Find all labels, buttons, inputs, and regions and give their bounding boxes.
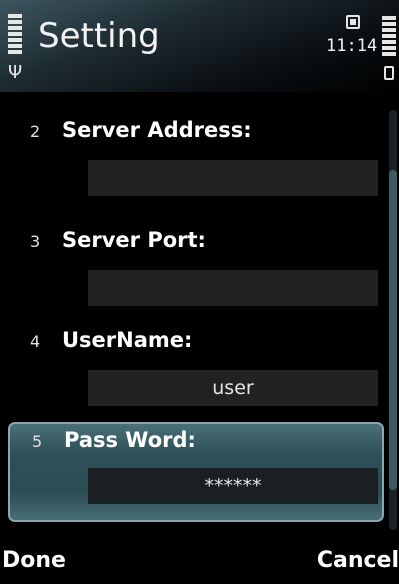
status-bar: Ψ Setting 11:14	[0, 0, 399, 92]
server-port-input[interactable]	[88, 270, 378, 306]
field-label: Server Port:	[62, 228, 206, 252]
scrollbar-thumb[interactable]	[389, 170, 397, 490]
antenna-icon: Ψ	[8, 62, 23, 83]
password-input[interactable]: ******	[88, 468, 378, 504]
username-input[interactable]: user	[88, 370, 378, 406]
calendar-icon	[346, 15, 360, 29]
settings-list: 2 Server Address: 3 Server Port: 4 UserN…	[0, 92, 399, 540]
field-password[interactable]: 5 Pass Word: ******	[8, 422, 384, 522]
server-address-input[interactable]	[88, 160, 378, 196]
scrollbar[interactable]	[389, 110, 397, 530]
signal-strength-icon	[8, 14, 22, 62]
field-number: 3	[30, 232, 41, 251]
battery-level-icon	[382, 16, 396, 64]
done-button[interactable]: Done	[2, 548, 66, 573]
softkey-bar: Done Cancel	[0, 540, 399, 584]
cancel-button[interactable]: Cancel	[317, 548, 399, 573]
page-title: Setting	[38, 16, 160, 56]
field-server-address[interactable]: 2 Server Address:	[8, 114, 384, 214]
field-label: UserName:	[62, 328, 193, 352]
field-number: 4	[30, 332, 41, 351]
field-username[interactable]: 4 UserName: user	[8, 324, 384, 424]
field-label: Server Address:	[62, 118, 252, 142]
field-number: 5	[32, 432, 43, 451]
field-server-port[interactable]: 3 Server Port:	[8, 224, 384, 324]
clock: 11:14	[326, 36, 378, 56]
field-number: 2	[30, 122, 41, 141]
field-label: Pass Word:	[64, 428, 196, 452]
battery-icon	[384, 66, 394, 80]
